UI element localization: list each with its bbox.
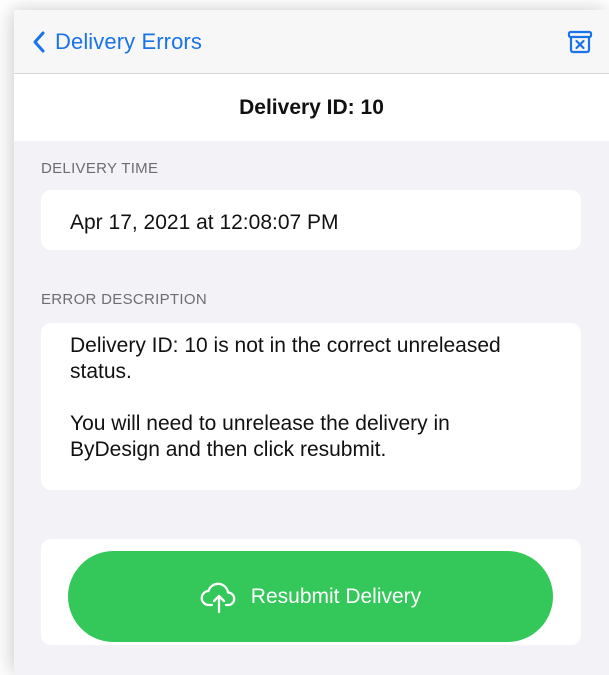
error-description-text: Delivery ID: 10 is not in the correct un… (70, 334, 501, 461)
back-button-label: Delivery Errors (55, 29, 202, 54)
delivery-time-value: Apr 17, 2021 at 12:08:07 PM (70, 211, 339, 234)
error-description-section-label: ERROR DESCRIPTION (41, 291, 207, 308)
resubmit-button[interactable]: Resubmit Delivery (68, 551, 553, 642)
resubmit-card: Resubmit Delivery (41, 539, 581, 645)
header-band: Delivery ID: 10 (14, 74, 609, 141)
archive-box-x-icon (567, 30, 593, 54)
archive-button[interactable] (567, 29, 593, 55)
page-title: Delivery ID: 10 (239, 95, 384, 119)
app-frame: Delivery Errors Delivery ID: 10 DELIVERY… (14, 10, 609, 675)
cloud-upload-icon (200, 582, 236, 613)
chevron-left-icon (33, 31, 45, 53)
delivery-time-card: Apr 17, 2021 at 12:08:07 PM (41, 190, 581, 250)
navigation-bar: Delivery Errors (14, 10, 609, 74)
delivery-time-section-label: DELIVERY TIME (41, 160, 159, 177)
resubmit-button-label: Resubmit Delivery (250, 584, 422, 608)
back-button[interactable]: Delivery Errors (32, 28, 202, 56)
error-description-card: Delivery ID: 10 is not in the correct un… (41, 323, 581, 490)
